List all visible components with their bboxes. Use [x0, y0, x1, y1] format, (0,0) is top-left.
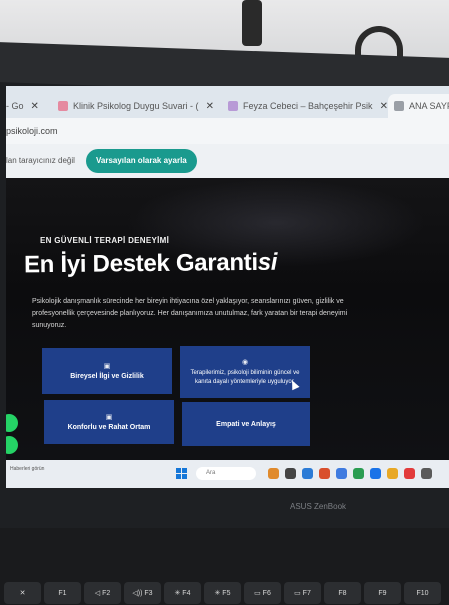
taskbar-app-icon[interactable] — [302, 468, 313, 479]
tab-label: ANA SAYFA — [409, 101, 449, 111]
function-key: ✳ F4 — [164, 582, 201, 604]
close-icon[interactable]: ✕ — [31, 101, 39, 112]
url-text[interactable]: psikoloji.com — [6, 126, 58, 136]
card-icon: ▣ — [105, 414, 113, 421]
hero-title-main: En İyi Destek Garanti — [23, 248, 258, 279]
feature-card[interactable]: Empati ve Anlayış — [182, 402, 310, 446]
function-key-row: ✕ F1 ◁ F2 ◁)) F3 ✳ F4 ✳ F5 ▭ F6 ▭ F7 F8 F9 F10 — [0, 580, 449, 605]
tab-label: Feyza Cebeci – Bahçeşehir Psik — [243, 101, 373, 111]
laptop-brand: ASUS ZenBook — [290, 502, 347, 511]
function-key: ◁ F2 — [84, 582, 121, 604]
news-widget[interactable]: Haberleri görün — [10, 466, 44, 472]
function-key: F1 — [44, 582, 81, 604]
function-key: ✕ — [4, 582, 41, 604]
page-hero-section: EN GÜVENLİ TERAPİ DENEYİMİ En İyi Destek… — [6, 178, 449, 460]
hero-eyebrow: EN GÜVENLİ TERAPİ DENEYİMİ — [40, 236, 170, 245]
set-default-button[interactable]: Varsayılan olarak ayarla — [86, 149, 197, 173]
phone-icon[interactable] — [6, 436, 18, 454]
function-key: F8 — [324, 582, 361, 604]
tab-label: - Go — [6, 101, 24, 111]
browser-tab-active[interactable]: ANA SAYFA — [388, 94, 449, 118]
feature-card[interactable]: ▣ Bireysel İlgi ve Gizlilik — [42, 348, 172, 394]
taskbar-app-icon[interactable] — [268, 468, 279, 479]
infobar-message: lan tarayıcınız değil — [6, 156, 75, 165]
taskbar-app-icon[interactable] — [370, 468, 381, 479]
eye-icon: ◉ — [241, 358, 249, 366]
favicon-icon — [58, 101, 68, 111]
favicon-icon — [228, 101, 238, 111]
clip-object — [242, 0, 262, 46]
laptop-keyboard: ✕ F1 ◁ F2 ◁)) F3 ✳ F4 ✳ F5 ▭ F6 ▭ F7 F8 F9 F10 — [0, 528, 449, 605]
feature-card[interactable]: ◉ Terapilerimiz, psikoloji biliminin gün… — [180, 346, 310, 398]
taskbar-app-icon[interactable] — [404, 468, 415, 479]
function-key: ✳ F5 — [204, 582, 241, 604]
hero-description: Psikolojik danışmanlık sürecinde her bir… — [32, 298, 348, 329]
taskbar-app-icon[interactable] — [319, 468, 330, 479]
card-icon: ▣ — [103, 363, 111, 370]
hero-title: En İyi Destek Garantisi — [24, 249, 277, 280]
card-title: Bireysel İlgi ve Gizlilik — [70, 373, 144, 380]
taskbar-app-icon[interactable] — [285, 468, 296, 479]
taskbar-app-icon[interactable] — [336, 468, 347, 479]
address-bar[interactable]: psikoloji.com — [6, 118, 449, 144]
card-title: Empati ve Anlayış — [216, 420, 276, 428]
taskbar-app-icon[interactable] — [421, 468, 432, 479]
function-key: F10 — [404, 582, 441, 604]
function-key: ▭ F7 — [284, 582, 321, 604]
laptop-chin — [0, 488, 449, 528]
headphones — [355, 26, 403, 58]
card-title: Konforlu ve Rahat Ortam — [67, 424, 151, 431]
browser-tab[interactable]: Klinik Psikolog Duygu Suvari - ( ✕ — [58, 94, 214, 118]
browser-tab-bar: - Go ✕ Klinik Psikolog Duygu Suvari - ( … — [6, 86, 449, 118]
close-icon[interactable]: ✕ — [206, 101, 214, 112]
function-key: F9 — [364, 582, 401, 604]
windows-start-icon[interactable] — [176, 468, 187, 479]
taskbar-search[interactable]: Ara — [196, 467, 256, 480]
browser-tab[interactable]: Feyza Cebeci – Bahçeşehir Psik ✕ — [228, 94, 388, 118]
taskbar-app-icon[interactable] — [353, 468, 364, 479]
feature-cards: ▣ Bireysel İlgi ve Gizlilik ◉ Terapileri… — [42, 346, 312, 452]
favicon-icon — [394, 101, 404, 111]
tab-label: Klinik Psikolog Duygu Suvari - ( — [73, 101, 199, 111]
function-key: ▭ F6 — [244, 582, 281, 604]
default-browser-infobar: lan tarayıcınız değil Varsayılan olarak … — [6, 144, 449, 179]
hero-title-accent: si — [257, 248, 278, 276]
browser-tab[interactable]: - Go ✕ — [6, 94, 39, 118]
windows-taskbar: Haberleri görün Ara — [6, 460, 449, 488]
close-icon[interactable]: ✕ — [380, 101, 388, 112]
taskbar-app-icon[interactable] — [387, 468, 398, 479]
whatsapp-icon[interactable] — [6, 414, 18, 432]
feature-card[interactable]: ▣ Konforlu ve Rahat Ortam — [44, 400, 174, 444]
function-key: ◁)) F3 — [124, 582, 161, 604]
laptop-screen: - Go ✕ Klinik Psikolog Duygu Suvari - ( … — [6, 86, 449, 488]
